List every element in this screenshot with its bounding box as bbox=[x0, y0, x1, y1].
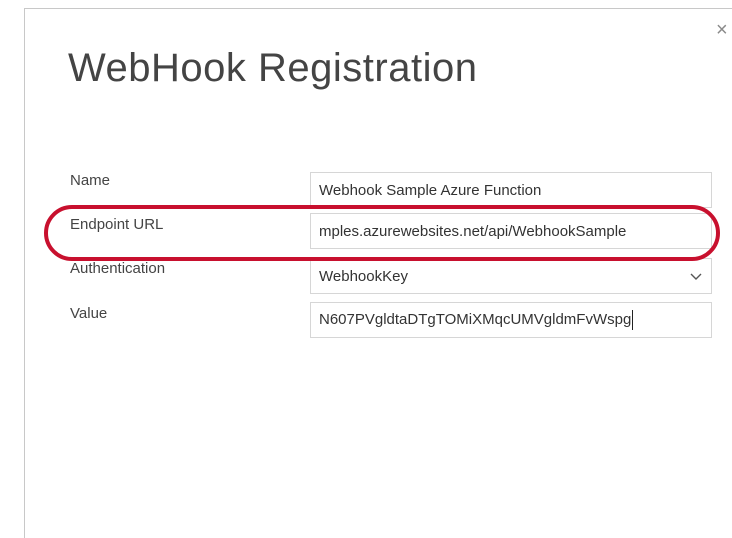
authentication-value: WebhookKey bbox=[319, 267, 408, 285]
chevron-down-icon bbox=[690, 273, 702, 280]
name-field-value: Webhook Sample Azure Function bbox=[319, 181, 542, 199]
authentication-label: Authentication bbox=[70, 260, 166, 277]
endpoint-url-field[interactable]: mples.azurewebsites.net/api/WebhookSampl… bbox=[310, 213, 712, 249]
value-field-value: N607PVgldtaDTgTOMiXMqcUMVgldmFvWspg bbox=[319, 310, 703, 330]
authentication-select[interactable]: WebhookKey bbox=[310, 258, 712, 294]
dialog-title: WebHook Registration bbox=[68, 46, 478, 90]
name-field[interactable]: Webhook Sample Azure Function bbox=[310, 172, 712, 208]
endpoint-url-value: mples.azurewebsites.net/api/WebhookSampl… bbox=[319, 222, 627, 240]
close-icon[interactable]: × bbox=[716, 20, 728, 40]
value-text: N607PVgldtaDTgTOMiXMqcUMVgldmFvWspg bbox=[319, 310, 632, 328]
endpoint-url-label: Endpoint URL bbox=[70, 216, 164, 233]
value-label: Value bbox=[70, 305, 108, 322]
text-caret bbox=[632, 310, 634, 330]
value-field[interactable]: N607PVgldtaDTgTOMiXMqcUMVgldmFvWspg bbox=[310, 302, 712, 338]
name-label: Name bbox=[70, 172, 111, 189]
